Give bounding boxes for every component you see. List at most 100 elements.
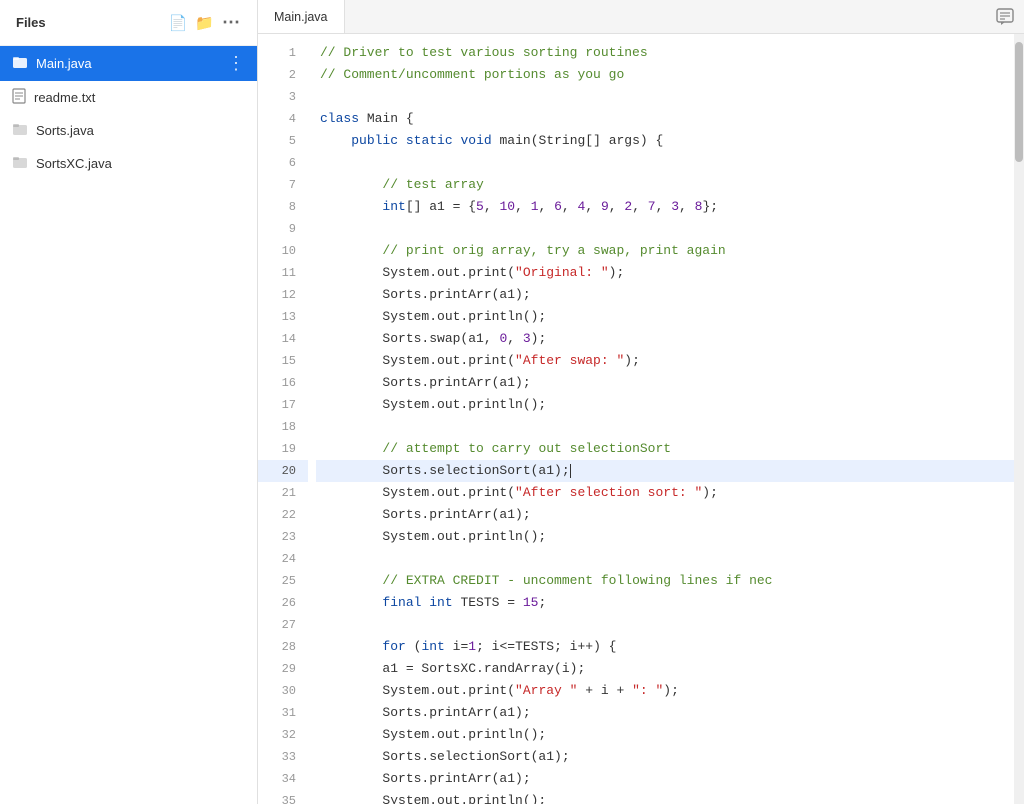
code-line-29: a1 = SortsXC.randArray(i); — [316, 658, 1014, 680]
ln-27: 27 — [258, 614, 308, 636]
ln-1: 1 — [258, 42, 308, 64]
sidebar-header: Files 📄 📁 ⋯ — [0, 0, 257, 46]
code-line-34: Sorts.printArr(a1); — [316, 768, 1014, 790]
ln-11: 11 — [258, 262, 308, 284]
ln-31: 31 — [258, 702, 308, 724]
new-file-icon[interactable]: 📄 — [169, 14, 188, 32]
sortsxc-java-label: SortsXC.java — [36, 156, 245, 171]
ln-7: 7 — [258, 174, 308, 196]
readme-label: readme.txt — [34, 90, 245, 105]
sidebar-item-main-java[interactable]: Main.java ⋮ — [0, 46, 257, 81]
code-line-21: System.out.print("After selection sort: … — [316, 482, 1014, 504]
ln-33: 33 — [258, 746, 308, 768]
ln-15: 15 — [258, 350, 308, 372]
folder-icon-sorts — [12, 121, 28, 140]
code-line-13: System.out.println(); — [316, 306, 1014, 328]
code-line-5: public static void main(String[] args) { — [316, 130, 1014, 152]
code-line-33: Sorts.selectionSort(a1); — [316, 746, 1014, 768]
folder-icon-main — [12, 54, 28, 73]
sidebar-item-sortsxc-java[interactable]: SortsXC.java — [0, 147, 257, 180]
ln-26: 26 — [258, 592, 308, 614]
ln-19: 19 — [258, 438, 308, 460]
files-label: Files — [16, 15, 46, 30]
ln-23: 23 — [258, 526, 308, 548]
code-line-27 — [316, 614, 1014, 636]
code-editor[interactable]: 1 2 3 4 5 6 7 8 9 10 11 12 13 14 15 16 1… — [258, 34, 1024, 804]
ln-4: 4 — [258, 108, 308, 130]
scrollbar-thumb[interactable] — [1015, 42, 1023, 162]
tab-bar: Main.java — [258, 0, 1024, 34]
ln-25: 25 — [258, 570, 308, 592]
sidebar-item-sorts-java[interactable]: Sorts.java — [0, 114, 257, 147]
ln-13: 13 — [258, 306, 308, 328]
code-line-16: Sorts.printArr(a1); — [316, 372, 1014, 394]
ln-21: 21 — [258, 482, 308, 504]
ln-2: 2 — [258, 64, 308, 86]
code-line-12: Sorts.printArr(a1); — [316, 284, 1014, 306]
code-line-28: for (int i=1; i<=TESTS; i++) { — [316, 636, 1014, 658]
new-folder-icon[interactable]: 📁 — [195, 14, 214, 32]
code-line-19: // attempt to carry out selectionSort — [316, 438, 1014, 460]
ln-32: 32 — [258, 724, 308, 746]
code-line-24 — [316, 548, 1014, 570]
tab-main-java[interactable]: Main.java — [258, 0, 345, 33]
ln-34: 34 — [258, 768, 308, 790]
code-line-1: // Driver to test various sorting routin… — [316, 42, 1014, 64]
tab-main-java-label: Main.java — [274, 10, 328, 24]
tab-spacer — [345, 0, 987, 33]
ln-18: 18 — [258, 416, 308, 438]
code-line-14: Sorts.swap(a1, 0, 3); — [316, 328, 1014, 350]
code-line-15: System.out.print("After swap: "); — [316, 350, 1014, 372]
ln-24: 24 — [258, 548, 308, 570]
code-line-8: int[] a1 = {5, 10, 1, 6, 4, 9, 2, 7, 3, … — [316, 196, 1014, 218]
code-line-31: Sorts.printArr(a1); — [316, 702, 1014, 724]
ln-30: 30 — [258, 680, 308, 702]
sorts-java-label: Sorts.java — [36, 123, 245, 138]
ln-16: 16 — [258, 372, 308, 394]
code-line-26: final int TESTS = 15; — [316, 592, 1014, 614]
ln-17: 17 — [258, 394, 308, 416]
code-line-6 — [316, 152, 1014, 174]
folder-icon-sortsxc — [12, 154, 28, 173]
ln-12: 12 — [258, 284, 308, 306]
vertical-scrollbar[interactable] — [1014, 34, 1024, 804]
code-line-18 — [316, 416, 1014, 438]
code-line-2: // Comment/uncomment portions as you go — [316, 64, 1014, 86]
ln-22: 22 — [258, 504, 308, 526]
code-line-11: System.out.print("Original: "); — [316, 262, 1014, 284]
code-line-7: // test array — [316, 174, 1014, 196]
code-line-3 — [316, 86, 1014, 108]
code-line-4: class Main { — [316, 108, 1014, 130]
ln-5: 5 — [258, 130, 308, 152]
ln-8: 8 — [258, 196, 308, 218]
code-line-30: System.out.print("Array " + i + ": "); — [316, 680, 1014, 702]
sidebar: Files 📄 📁 ⋯ Main.java ⋮ readme. — [0, 0, 258, 804]
ln-20: 20 — [258, 460, 308, 482]
code-line-23: System.out.println(); — [316, 526, 1014, 548]
ln-6: 6 — [258, 152, 308, 174]
ln-3: 3 — [258, 86, 308, 108]
file-icon-readme — [12, 88, 26, 107]
more-options-icon[interactable]: ⋯ — [222, 12, 241, 33]
main-editor: Main.java 1 2 3 4 5 6 7 8 9 10 11 — [258, 0, 1024, 804]
code-line-25: // EXTRA CREDIT - uncomment following li… — [316, 570, 1014, 592]
main-java-more-icon[interactable]: ⋮ — [227, 53, 245, 74]
main-java-label: Main.java — [36, 56, 219, 71]
code-line-32: System.out.println(); — [316, 724, 1014, 746]
ln-29: 29 — [258, 658, 308, 680]
ln-14: 14 — [258, 328, 308, 350]
ln-35: 35 — [258, 790, 308, 804]
line-numbers: 1 2 3 4 5 6 7 8 9 10 11 12 13 14 15 16 1… — [258, 34, 308, 804]
code-line-20: Sorts.selectionSort(a1); — [316, 460, 1014, 482]
code-line-35: System.out.println(); — [316, 790, 1014, 804]
code-line-22: Sorts.printArr(a1); — [316, 504, 1014, 526]
sidebar-header-icons: 📄 📁 ⋯ — [169, 12, 241, 33]
chat-icon[interactable] — [986, 0, 1024, 33]
sidebar-item-readme[interactable]: readme.txt — [0, 81, 257, 114]
code-line-10: // print orig array, try a swap, print a… — [316, 240, 1014, 262]
code-line-9 — [316, 218, 1014, 240]
ln-28: 28 — [258, 636, 308, 658]
ln-10: 10 — [258, 240, 308, 262]
code-content[interactable]: // Driver to test various sorting routin… — [308, 34, 1014, 804]
code-line-17: System.out.println(); — [316, 394, 1014, 416]
